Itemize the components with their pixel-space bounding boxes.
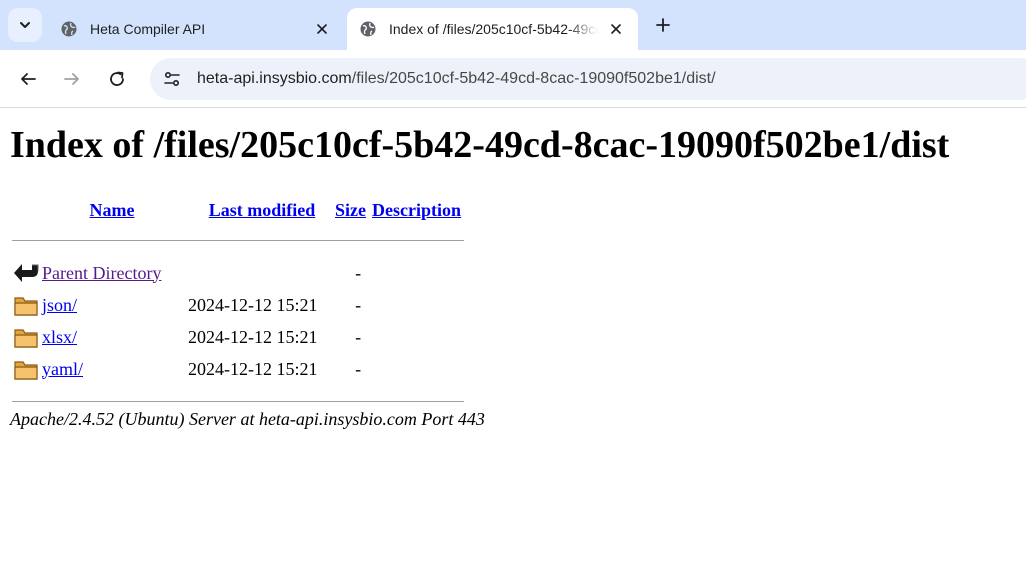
folder-link-xlsx[interactable]: xlsx/ — [42, 327, 77, 347]
tab-search-button[interactable] — [8, 8, 42, 42]
directory-listing: Name Last modified Size Description Pare… — [10, 195, 466, 417]
size-column-header: Size — [334, 195, 367, 225]
table-row: json/ 2024-12-12 15:21 - — [12, 289, 464, 321]
tune-icon — [164, 71, 180, 87]
back-button[interactable] — [13, 64, 43, 94]
address-bar[interactable]: heta-api.insysbio.com/files/205c10cf-5b4… — [150, 58, 1026, 100]
description-cell — [369, 289, 464, 321]
arrow-left-icon — [21, 73, 36, 85]
close-tab-icon[interactable] — [312, 19, 332, 39]
folder-link-yaml[interactable]: yaml/ — [42, 359, 83, 379]
plus-icon — [656, 18, 670, 32]
icon-column-header — [12, 195, 40, 225]
sort-by-description-link[interactable]: Description — [372, 200, 461, 220]
url-text[interactable]: heta-api.insysbio.com/files/205c10cf-5b4… — [197, 70, 716, 88]
table-header-row: Name Last modified Size Description — [12, 195, 464, 225]
modified-cell: 2024-12-12 15:21 — [188, 326, 318, 347]
tab-title: Index of /files/205c10cf-5b42-49cd-8cac-… — [389, 21, 598, 37]
reload-icon — [110, 71, 124, 86]
back-icon — [14, 264, 39, 282]
server-signature: Apache/2.4.52 (Ubuntu) Server at heta-ap… — [10, 409, 485, 429]
globe-icon — [359, 20, 377, 38]
tab-strip: Heta Compiler API Index of /files/205c10… — [0, 0, 1026, 50]
tab-heta-compiler-api[interactable]: Heta Compiler API — [48, 8, 344, 50]
table-row: Parent Directory - — [12, 257, 464, 289]
size-cell: - — [355, 358, 362, 379]
url-path: /files/205c10cf-5b42-49cd-8cac-19090f502… — [351, 70, 716, 87]
icon-cell — [12, 353, 40, 385]
description-cell — [369, 321, 464, 353]
name-cell: xlsx/ — [42, 321, 182, 353]
size-cell: - — [355, 326, 362, 347]
folder-icon — [14, 361, 38, 380]
separator-row — [12, 225, 464, 257]
reload-button[interactable] — [102, 64, 132, 94]
icon-cell — [12, 321, 40, 353]
separator-line — [12, 239, 464, 241]
size-cell: - — [355, 262, 362, 283]
icon-cell — [12, 289, 40, 321]
name-cell: yaml/ — [42, 353, 182, 385]
sort-by-name-link[interactable]: Name — [90, 200, 135, 220]
sort-by-size-link[interactable]: Size — [335, 200, 366, 220]
folder-icon — [14, 329, 38, 348]
page-title: Index of /files/205c10cf-5b42-49cd-8cac-… — [10, 124, 950, 166]
parent-directory-link[interactable]: Parent Directory — [42, 263, 161, 283]
tab-title: Heta Compiler API — [90, 21, 206, 37]
description-cell — [369, 257, 464, 289]
folder-icon — [14, 297, 38, 316]
arrow-right-icon — [64, 73, 79, 85]
icon-cell — [12, 257, 40, 289]
last-modified-column-header: Last modified — [184, 195, 332, 225]
modified-cell: 2024-12-12 15:21 — [188, 358, 318, 379]
table-row: yaml/ 2024-12-12 15:21 - — [12, 353, 464, 385]
new-tab-button[interactable] — [650, 12, 676, 38]
tab-index-of-dist[interactable]: Index of /files/205c10cf-5b42-49cd-8cac-… — [347, 8, 638, 50]
close-tab-icon[interactable] — [606, 19, 626, 39]
modified-cell — [184, 257, 332, 289]
site-info-button[interactable] — [157, 64, 187, 94]
separator-line — [12, 400, 464, 402]
globe-icon — [60, 20, 78, 38]
modified-cell: 2024-12-12 15:21 — [188, 294, 318, 315]
page-content: Index of /files/205c10cf-5b42-49cd-8cac-… — [0, 109, 1026, 580]
size-cell: - — [355, 294, 362, 315]
forward-button[interactable] — [57, 64, 87, 94]
table-row: xlsx/ 2024-12-12 15:21 - — [12, 321, 464, 353]
chevron-down-icon — [20, 22, 30, 28]
name-column-header: Name — [42, 195, 182, 225]
description-cell — [369, 353, 464, 385]
browser-toolbar: heta-api.insysbio.com/files/205c10cf-5b4… — [0, 50, 1026, 108]
url-host: heta-api.insysbio.com — [197, 70, 352, 87]
description-column-header: Description — [369, 195, 464, 225]
folder-link-json[interactable]: json/ — [42, 295, 77, 315]
name-cell: Parent Directory — [42, 257, 182, 289]
sort-by-last-modified-link[interactable]: Last modified — [209, 200, 316, 220]
name-cell: json/ — [42, 289, 182, 321]
